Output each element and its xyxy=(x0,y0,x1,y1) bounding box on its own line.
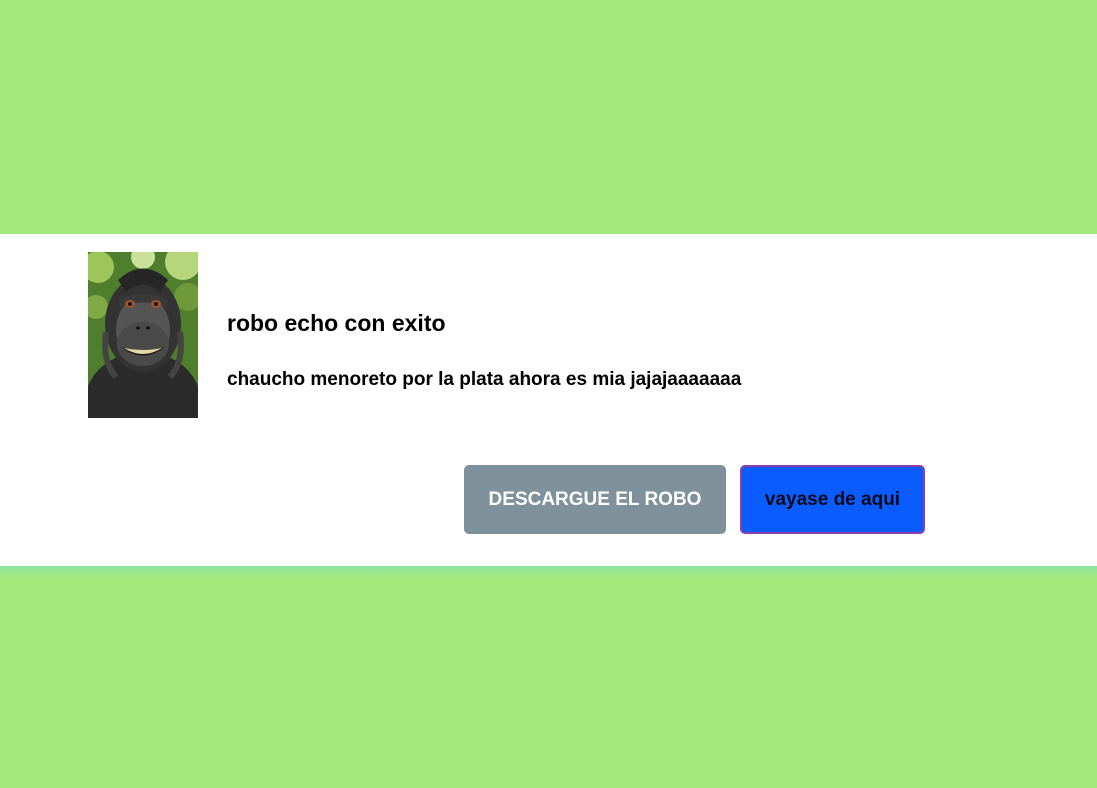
panel-shadow xyxy=(0,566,1097,578)
download-robbery-button[interactable]: DESCARGUE EL ROBO xyxy=(464,465,726,534)
page-background: robo echo con exito chaucho menoreto por… xyxy=(0,0,1097,788)
dialog-title: robo echo con exito xyxy=(227,310,446,336)
dialog-message: chaucho menoreto por la plata ahora es m… xyxy=(227,369,742,390)
monkey-photo xyxy=(88,252,198,418)
leave-button[interactable]: vayase de aqui xyxy=(740,465,925,534)
dialog-panel: robo echo con exito chaucho menoreto por… xyxy=(0,234,1097,566)
